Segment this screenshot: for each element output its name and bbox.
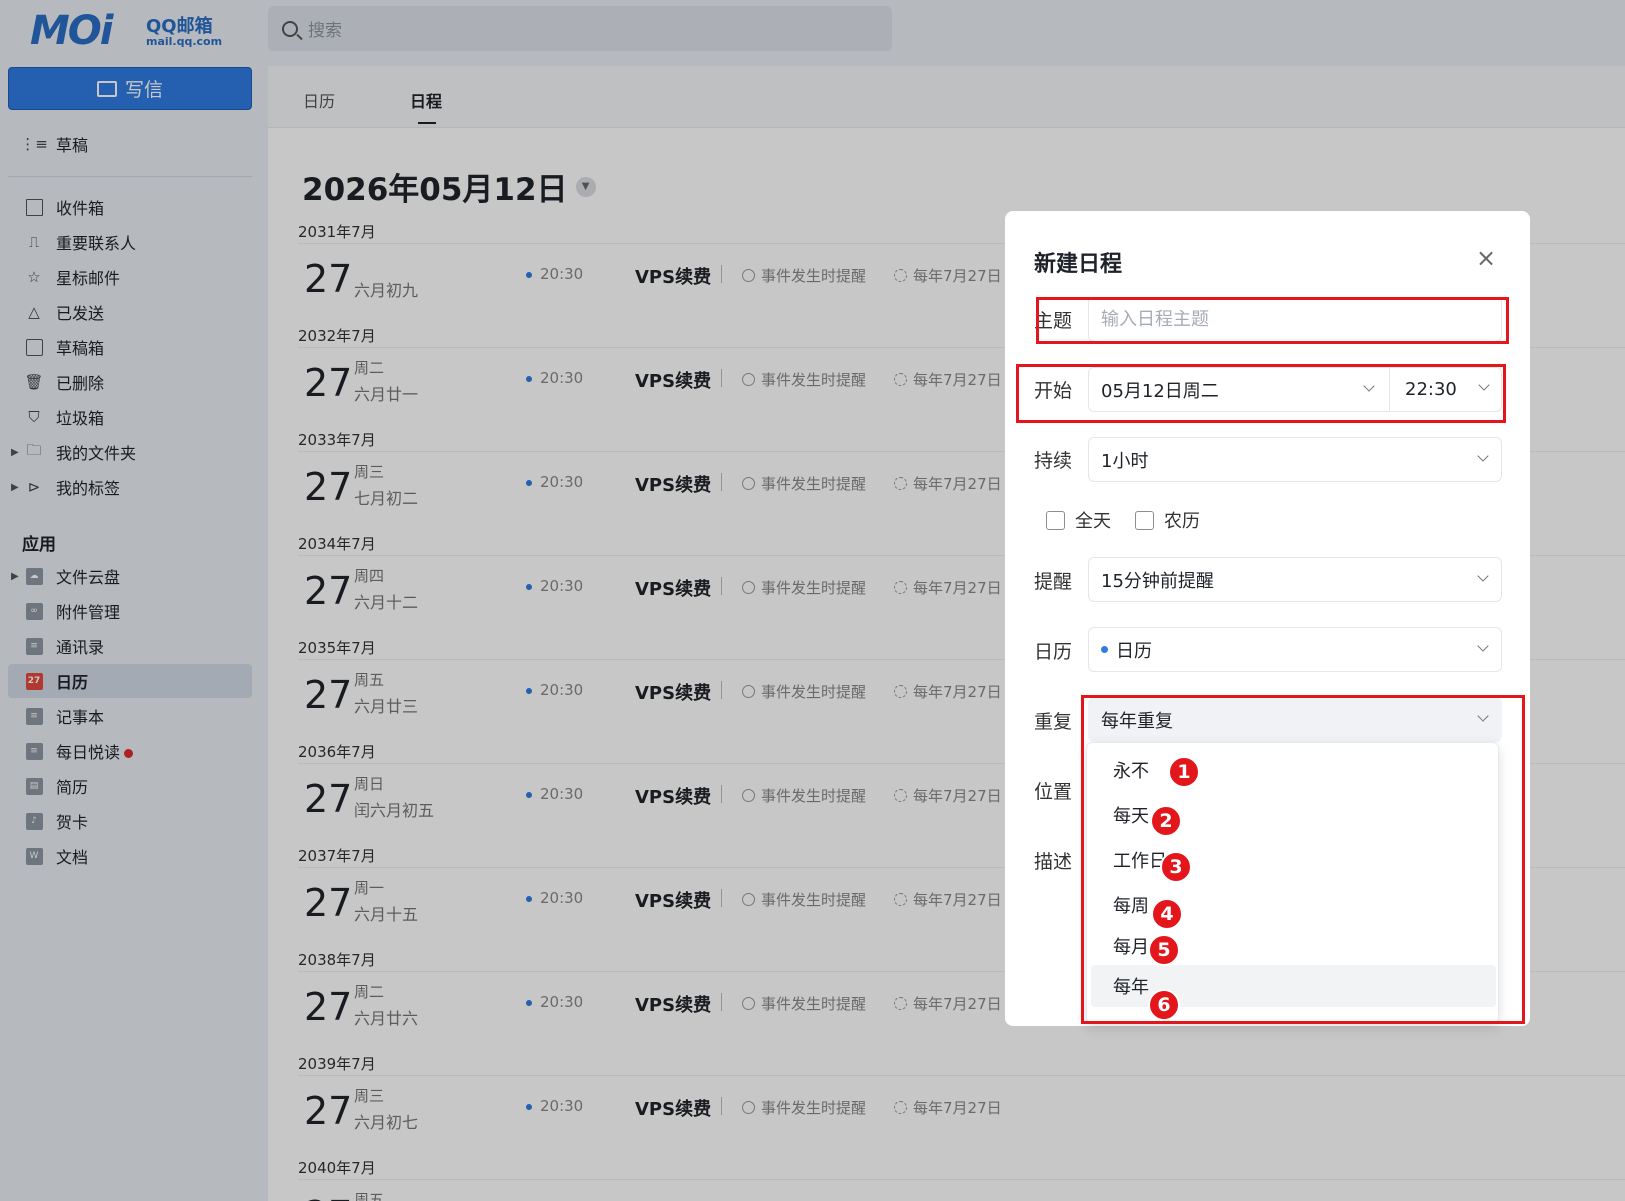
- chevron-down-icon: [1477, 570, 1489, 582]
- start-date-select[interactable]: 05月12日周二 22:30: [1088, 367, 1502, 412]
- chevron-down-icon: [1477, 640, 1489, 652]
- lunar-label: 农历: [1164, 511, 1200, 532]
- subject-input[interactable]: [1101, 309, 1481, 330]
- chevron-down-icon: [1363, 380, 1375, 392]
- all-day-checkbox[interactable]: 全天: [1046, 507, 1111, 533]
- checkbox-box[interactable]: [1135, 510, 1154, 530]
- description-label: 描述: [1034, 851, 1073, 873]
- repeat-select[interactable]: 每年重复: [1088, 697, 1502, 742]
- repeat-label: 重复: [1034, 711, 1073, 733]
- subject-field[interactable]: [1088, 297, 1502, 342]
- annotation-number-badge: 6: [1148, 989, 1180, 1021]
- checkbox-box[interactable]: [1046, 510, 1065, 530]
- start-label: 开始: [1034, 380, 1073, 402]
- subject-label: 主题: [1034, 310, 1073, 332]
- chevron-down-icon: [1477, 450, 1489, 462]
- duration-value: 1小时: [1101, 450, 1149, 472]
- start-time-value: 22:30: [1405, 379, 1457, 400]
- annotation-number-badge: 4: [1151, 898, 1183, 930]
- dialog-title: 新建日程: [1034, 252, 1123, 277]
- repeat-dropdown: 永不 每天 工作日 每周 每月 每年: [1086, 742, 1499, 1024]
- remind-label: 提醒: [1034, 571, 1073, 593]
- start-time-select[interactable]: 22:30: [1389, 367, 1502, 412]
- remind-value: 15分钟前提醒: [1101, 570, 1214, 592]
- annotation-number-badge: 3: [1160, 851, 1192, 883]
- location-label: 位置: [1034, 781, 1073, 803]
- all-day-label: 全天: [1075, 511, 1111, 532]
- annotation-number-badge: 2: [1150, 805, 1182, 837]
- annotation-number-badge: 1: [1168, 756, 1200, 788]
- calendar-label: 日历: [1034, 641, 1073, 663]
- duration-label: 持续: [1034, 450, 1073, 472]
- remind-select[interactable]: 15分钟前提醒: [1088, 557, 1502, 602]
- start-date-value: 05月12日周二: [1101, 380, 1219, 402]
- repeat-option[interactable]: 工作日: [1091, 839, 1496, 881]
- close-icon[interactable]: ×: [1473, 245, 1499, 271]
- lunar-checkbox[interactable]: 农历: [1135, 507, 1200, 533]
- repeat-option[interactable]: 永不: [1091, 749, 1496, 791]
- repeat-value: 每年重复: [1101, 710, 1173, 732]
- annotation-number-badge: 5: [1148, 934, 1180, 966]
- calendar-color-dot: [1101, 646, 1108, 653]
- calendar-value: 日历: [1116, 640, 1152, 662]
- chevron-down-icon: [1478, 379, 1490, 391]
- chevron-down-icon: [1477, 710, 1489, 722]
- duration-select[interactable]: 1小时: [1088, 437, 1502, 482]
- calendar-select[interactable]: 日历: [1088, 627, 1502, 672]
